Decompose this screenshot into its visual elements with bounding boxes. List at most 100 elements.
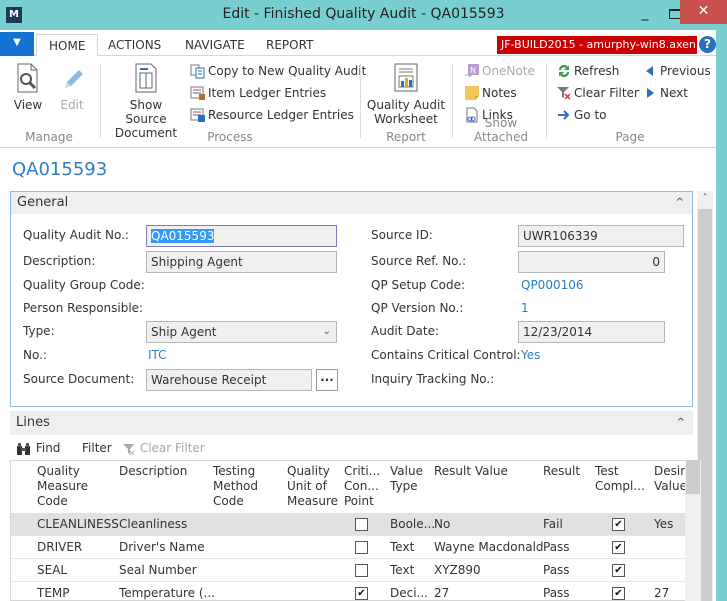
grid-scrollbar[interactable] xyxy=(685,460,701,601)
qa-worksheet-label-2: Worksheet xyxy=(374,112,438,126)
col-quality-measure-code-header[interactable]: Quality Measure Code xyxy=(37,461,88,513)
notes-button[interactable]: Notes xyxy=(464,84,517,104)
source-ref-no-field[interactable]: 0 xyxy=(518,251,665,273)
col-quality-unit-of-measure-header[interactable]: Quality Unit of Measure xyxy=(287,461,338,513)
ribbon-group-manage: View Edit Manage xyxy=(4,60,94,146)
general-header[interactable]: General ^ xyxy=(11,192,692,214)
no-link[interactable]: ITC xyxy=(148,348,167,362)
col-testing-method-code-header[interactable]: Testing Method Code xyxy=(213,461,258,513)
col-result-value-header[interactable]: Result Value xyxy=(434,461,508,513)
previous-button[interactable]: Previous xyxy=(642,62,711,82)
minimize-button[interactable]: _ xyxy=(632,4,658,24)
find-button[interactable]: Find xyxy=(16,436,60,460)
page-content: QA015593 General ^ Quality Audit No.: QA… xyxy=(0,149,716,601)
critical-control-checkbox[interactable] xyxy=(355,518,368,531)
table-row[interactable]: SEAL Seal Number Text XYZ890 Pass ✔ xyxy=(11,559,693,582)
ribbon-separator xyxy=(546,64,547,138)
quality-audit-no-field[interactable]: QA015593 xyxy=(146,225,337,247)
help-icon[interactable]: ? xyxy=(699,36,716,53)
type-label: Type: xyxy=(23,324,55,338)
description-field[interactable]: Shipping Agent xyxy=(146,251,337,273)
qp-setup-code-label: QP Setup Code: xyxy=(371,278,466,292)
cell-description: Temperature (... xyxy=(119,586,215,600)
show-source-label-1: Show Source xyxy=(125,98,167,126)
cell-result-value: 27 xyxy=(434,586,450,600)
qp-version-no-label: QP Version No.: xyxy=(371,301,464,315)
next-button[interactable]: Next xyxy=(642,84,688,104)
col-result-header[interactable]: Result xyxy=(543,461,580,513)
chevron-up-icon[interactable]: ^ xyxy=(677,411,685,435)
critical-control-checkbox[interactable] xyxy=(355,564,368,577)
chevron-up-icon[interactable]: ^ xyxy=(676,192,684,214)
cell-code: SEAL xyxy=(37,563,68,577)
item-ledger-entries-button[interactable]: Item Ledger Entries xyxy=(190,84,326,104)
clear-filter-button[interactable]: Clear Filter xyxy=(556,84,639,104)
copy-icon xyxy=(190,63,206,79)
server-badge: JF-BUILD2015 - amurphy-win8.axen... xyxy=(497,36,697,54)
view-button[interactable]: View xyxy=(10,62,46,112)
lines-header[interactable]: Lines ^ xyxy=(10,411,693,435)
triangle-left-icon xyxy=(642,63,658,79)
general-title: General xyxy=(17,195,69,210)
ledger-icon xyxy=(190,85,206,101)
ribbon-tabs: ▼ HOME ACTIONS NAVIGATE REPORT JF-BUILD2… xyxy=(0,30,716,57)
col-description-header[interactable]: Description xyxy=(119,461,187,513)
cell-code: CLEANLINESS xyxy=(37,517,119,531)
show-source-document-button[interactable]: Show Source Document xyxy=(108,62,184,140)
title-bar: M Edit - Finished Quality Audit - QA0155… xyxy=(0,0,727,30)
qp-setup-code-link[interactable]: QP000106 xyxy=(521,278,584,292)
cell-result-value: No xyxy=(434,517,451,531)
tab-actions[interactable]: ACTIONS xyxy=(96,34,173,56)
quality-group-code-label: Quality Group Code: xyxy=(23,278,145,292)
report-chart-icon xyxy=(391,62,421,94)
quality-audit-worksheet-button[interactable]: Quality Audit Worksheet xyxy=(366,62,446,126)
audit-date-field[interactable]: 12/23/2014 xyxy=(518,321,665,343)
lines-clear-filter-button[interactable]: Clear Filter xyxy=(122,436,205,460)
table-row[interactable]: DRIVER Driver's Name Text Wayne Macdonald Pa… xyxy=(11,536,693,559)
critical-control-checkbox[interactable] xyxy=(355,541,368,554)
tab-navigate[interactable]: NAVIGATE xyxy=(173,34,257,56)
test-complete-checkbox[interactable]: ✔ xyxy=(612,518,625,531)
close-button[interactable]: ✕ xyxy=(680,0,727,24)
cell-description: Driver's Name xyxy=(119,540,205,554)
cell-value-type: Text xyxy=(390,563,415,577)
tab-report[interactable]: REPORT xyxy=(254,34,325,56)
cell-code: DRIVER xyxy=(37,540,83,554)
table-row[interactable]: CLEANLINESS Cleanliness Boole... No Fail ✔ Yes xyxy=(11,513,693,536)
view-label: View xyxy=(13,98,43,112)
scroll-up-icon[interactable]: ˄ xyxy=(697,191,713,207)
refresh-button[interactable]: Refresh xyxy=(556,62,619,82)
edit-button[interactable]: Edit xyxy=(54,62,90,112)
ribbon-separator xyxy=(360,64,361,138)
person-responsible-label: Person Responsible: xyxy=(23,301,144,315)
critical-control-checkbox[interactable]: ✔ xyxy=(355,587,368,600)
col-critical-control-point-header[interactable]: Criti... Con... Point xyxy=(344,461,380,513)
grid-scrollbar-thumb[interactable] xyxy=(686,460,700,494)
ribbon-group-report: Quality Audit Worksheet Report xyxy=(362,60,450,146)
col-test-complete-header[interactable]: Test Compl... xyxy=(595,461,645,513)
binoculars-icon xyxy=(17,442,30,455)
cell-value-type: Boole... xyxy=(390,517,436,531)
onenote-button[interactable]: N OneNote xyxy=(464,62,535,82)
cell-code: TEMP xyxy=(37,586,70,600)
group-label-page: Page xyxy=(615,130,645,144)
source-id-field[interactable]: UWR106339 xyxy=(518,225,684,247)
application-menu-button[interactable]: ▼ xyxy=(0,32,34,56)
test-complete-checkbox[interactable]: ✔ xyxy=(612,564,625,577)
filter-button[interactable]: Filter xyxy=(82,436,112,460)
triangle-right-icon xyxy=(642,85,658,101)
table-row[interactable]: TEMP Temperature (... ✔ Deci... 27 Pass ✔ 27 xyxy=(11,582,693,600)
test-complete-checkbox[interactable]: ✔ xyxy=(612,541,625,554)
resource-ledger-entries-button[interactable]: Resource Ledger Entries xyxy=(190,106,354,126)
col-value-type-header[interactable]: Value Type xyxy=(390,461,423,513)
type-dropdown[interactable]: Ship Agent ⌄ xyxy=(146,321,337,343)
source-document-field[interactable]: Warehouse Receipt xyxy=(146,369,312,391)
tab-home[interactable]: HOME xyxy=(36,34,99,57)
copy-to-new-quality-audit-button[interactable]: Copy to New Quality Audit xyxy=(190,62,366,82)
resource-ledger-icon xyxy=(190,107,206,123)
go-to-button[interactable]: Go to xyxy=(556,106,607,126)
source-document-lookup-button[interactable]: ... xyxy=(316,369,338,391)
ribbon-group-show-attached: N OneNote Notes Links Show Attached xyxy=(456,60,546,146)
test-complete-checkbox[interactable]: ✔ xyxy=(612,587,625,600)
svg-text:N: N xyxy=(470,66,476,75)
